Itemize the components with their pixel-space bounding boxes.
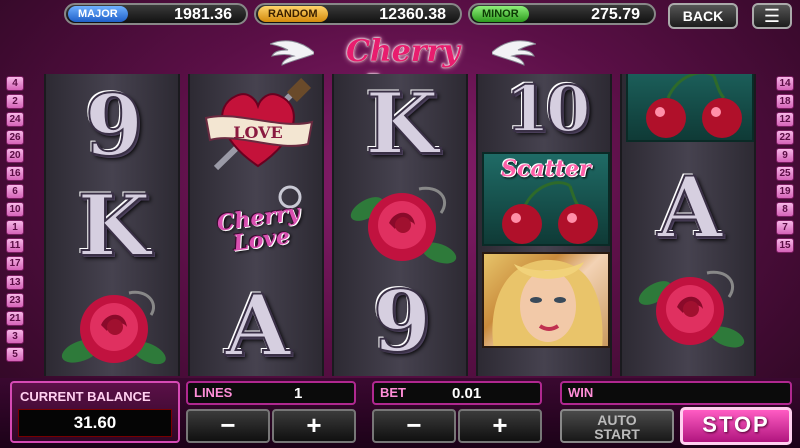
- jackpot-random-value: 12360.38: [379, 6, 446, 23]
- line-number[interactable]: 13: [6, 274, 24, 290]
- jackpot-major: MAJOR 1981.36: [64, 3, 248, 25]
- line-number[interactable]: 20: [6, 148, 24, 164]
- bet-plus-button[interactable]: +: [458, 409, 542, 443]
- jackpot-minor-value: 275.79: [591, 6, 640, 23]
- line-number[interactable]: 25: [776, 166, 794, 182]
- reel-2: LOVE Cherry Love A: [188, 74, 324, 376]
- line-number[interactable]: 18: [776, 94, 794, 110]
- menu-button[interactable]: ☰: [752, 3, 792, 29]
- bet-minus-button[interactable]: −: [372, 409, 456, 443]
- balance-value: 31.60: [18, 409, 172, 437]
- line-number[interactable]: 14: [776, 76, 794, 91]
- heart-dagger-icon: LOVE: [190, 76, 322, 176]
- line-number[interactable]: 21: [6, 310, 24, 326]
- cherries-icon: [646, 74, 742, 138]
- balance-label: CURRENT BALANCE: [20, 389, 151, 404]
- rose-icon: [334, 174, 466, 274]
- line-number[interactable]: 24: [6, 112, 24, 128]
- jackpot-minor: MINOR 275.79: [468, 3, 656, 25]
- love-banner-text: LOVE: [233, 123, 283, 142]
- line-number[interactable]: 11: [6, 238, 24, 254]
- control-panel: CURRENT BALANCE 31.60 LINES 1 − + BET 0.…: [0, 378, 800, 448]
- jackpot-minor-label: MINOR: [472, 6, 529, 22]
- line-number[interactable]: 7: [776, 220, 794, 236]
- cherry-love-charm-icon: Cherry Love: [190, 176, 322, 276]
- line-number[interactable]: 19: [776, 184, 794, 200]
- symbol-ace: A: [224, 276, 291, 375]
- jackpot-bar: MAJOR 1981.36 RANDOM 12360.38 MINOR 275.…: [0, 0, 800, 30]
- current-balance-box: CURRENT BALANCE 31.60: [10, 381, 180, 443]
- win-box: WIN: [560, 381, 792, 405]
- lines-label: LINES: [194, 385, 233, 400]
- line-number[interactable]: 22: [776, 130, 794, 146]
- symbol-nine: 9: [84, 76, 144, 175]
- line-number[interactable]: 15: [776, 238, 794, 254]
- bet-value: 0.01: [452, 385, 482, 402]
- symbol-king: K: [76, 176, 151, 275]
- cherries-icon: [502, 181, 598, 244]
- lines-box: LINES 1: [186, 381, 356, 405]
- game-stage: MAJOR 1981.36 RANDOM 12360.38 MINOR 275.…: [0, 0, 800, 448]
- jackpot-major-value: 1981.36: [174, 6, 232, 23]
- auto-start-button[interactable]: AUTO START: [560, 409, 674, 443]
- woman-portrait-symbol: [482, 252, 610, 348]
- win-label: WIN: [568, 385, 594, 400]
- bet-box: BET 0.01: [372, 381, 542, 405]
- line-number[interactable]: 2: [6, 94, 24, 110]
- jackpot-random-label: RANDOM: [258, 6, 328, 22]
- bet-label: BET: [380, 385, 406, 400]
- symbol-ten: 10: [504, 74, 591, 147]
- lines-value: 1: [294, 385, 303, 402]
- line-number[interactable]: 23: [6, 292, 24, 308]
- reel-area: 9 K LOVE Cherry Love A K 9 10 Scatter A: [44, 74, 756, 376]
- line-number[interactable]: 6: [6, 184, 24, 200]
- reel-5: A: [620, 74, 756, 376]
- hamburger-icon: ☰: [763, 6, 781, 26]
- rose-icon: [622, 258, 754, 358]
- jackpot-major-label: MAJOR: [68, 6, 128, 22]
- reel-3: K 9: [332, 74, 468, 376]
- jackpot-random: RANDOM 12360.38: [254, 3, 462, 25]
- cherry-love-text: Cherry Love: [215, 199, 302, 257]
- reel-1: 9 K: [44, 74, 180, 376]
- line-number[interactable]: 16: [6, 166, 24, 182]
- line-number[interactable]: 4: [6, 76, 24, 91]
- line-number[interactable]: 5: [6, 346, 24, 362]
- back-button[interactable]: BACK: [668, 3, 738, 29]
- right-line-numbers: 14 18 12 22 9 25 19 8 7 15: [776, 76, 796, 256]
- line-number[interactable]: 3: [6, 328, 24, 344]
- auto-start-line1: AUTO: [597, 412, 637, 428]
- stop-button[interactable]: STOP: [680, 407, 792, 445]
- line-number[interactable]: 1: [6, 220, 24, 236]
- line-number[interactable]: 26: [6, 130, 24, 146]
- rose-icon: [46, 276, 178, 376]
- right-wing-icon: [492, 40, 536, 66]
- lines-plus-button[interactable]: +: [272, 409, 356, 443]
- lines-minus-button[interactable]: −: [186, 409, 270, 443]
- reel-4: 10 Scatter: [476, 74, 612, 376]
- cherries-symbol: [626, 74, 754, 142]
- symbol-ace: A: [656, 158, 723, 257]
- scatter-symbol: Scatter: [482, 152, 610, 246]
- game-logo: Cherry Love: [270, 32, 536, 104]
- line-number[interactable]: 10: [6, 202, 24, 218]
- symbol-king: K: [364, 74, 439, 173]
- symbol-nine: 9: [372, 272, 432, 371]
- line-number[interactable]: 9: [776, 148, 794, 164]
- line-number[interactable]: 17: [6, 256, 24, 272]
- left-line-numbers: 4 2 24 26 20 16 6 10 1 11 17 13 23 21 3 …: [6, 76, 26, 365]
- line-number[interactable]: 12: [776, 112, 794, 128]
- line-number[interactable]: 8: [776, 202, 794, 218]
- auto-start-line2: START: [594, 426, 640, 442]
